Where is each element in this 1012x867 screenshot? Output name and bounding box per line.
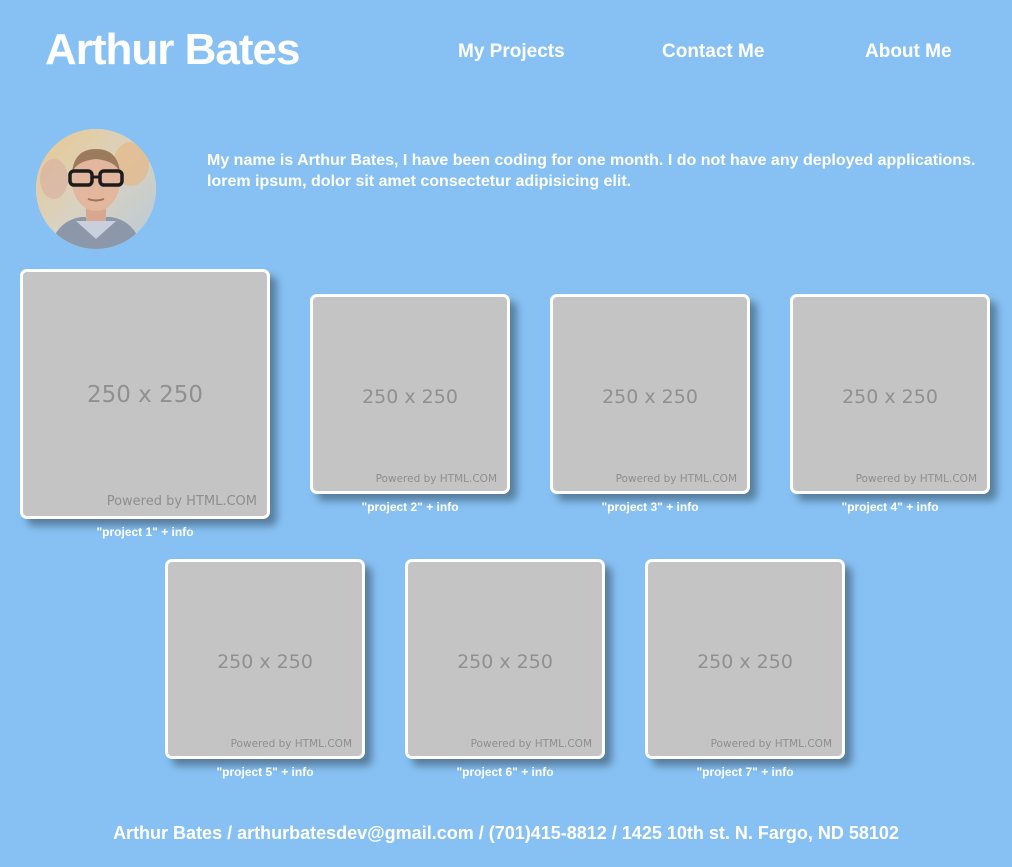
project-caption-4: "project 4" + info <box>841 500 939 514</box>
placeholder-size-label: 250 x 250 <box>362 386 458 408</box>
powered-by-label: Powered by HTML.COM <box>470 738 592 750</box>
project-card-3[interactable]: 250 x 250 Powered by HTML.COM <box>550 294 750 494</box>
nav-link-about-me[interactable]: About Me <box>865 40 952 64</box>
placeholder-size-label: 250 x 250 <box>697 651 793 673</box>
project-caption-5: "project 5" + info <box>216 765 314 779</box>
placeholder-size-label: 250 x 250 <box>217 651 313 673</box>
placeholder-size-label: 250 x 250 <box>86 382 204 408</box>
placeholder-size-label: 250 x 250 <box>457 651 553 673</box>
project-caption-6: "project 6" + info <box>456 765 554 779</box>
project-card-4[interactable]: 250 x 250 Powered by HTML.COM <box>790 294 990 494</box>
profile-avatar <box>36 129 156 249</box>
project-caption-7: "project 7" + info <box>696 765 794 779</box>
project-card-1[interactable]: 250 x 250 Powered by HTML.COM <box>20 269 270 519</box>
nav-link-my-projects[interactable]: My Projects <box>458 40 565 64</box>
bio-text: My name is Arthur Bates, I have been cod… <box>207 150 987 192</box>
project-caption-1: "project 1" + info <box>96 525 194 539</box>
bio-line-2: lorem ipsum, dolor sit amet consectetur … <box>207 173 632 190</box>
powered-by-label: Powered by HTML.COM <box>106 494 257 509</box>
powered-by-label: Powered by HTML.COM <box>375 473 497 485</box>
bio-line-1: My name is Arthur Bates, I have been cod… <box>207 152 976 169</box>
project-card-2[interactable]: 250 x 250 Powered by HTML.COM <box>310 294 510 494</box>
project-card-5[interactable]: 250 x 250 Powered by HTML.COM <box>165 559 365 759</box>
project-card-6[interactable]: 250 x 250 Powered by HTML.COM <box>405 559 605 759</box>
footer-contact-info: Arthur Bates / arthurbatesdev@gmail.com … <box>113 823 899 843</box>
project-caption-2: "project 2" + info <box>361 500 459 514</box>
powered-by-label: Powered by HTML.COM <box>615 473 737 485</box>
powered-by-label: Powered by HTML.COM <box>230 738 352 750</box>
powered-by-label: Powered by HTML.COM <box>855 473 977 485</box>
project-caption-3: "project 3" + info <box>601 500 699 514</box>
placeholder-size-label: 250 x 250 <box>842 386 938 408</box>
placeholder-size-label: 250 x 250 <box>602 386 698 408</box>
project-card-7[interactable]: 250 x 250 Powered by HTML.COM <box>645 559 845 759</box>
powered-by-label: Powered by HTML.COM <box>710 738 832 750</box>
nav-link-contact-me[interactable]: Contact Me <box>662 40 764 64</box>
site-title: Arthur Bates <box>45 25 300 74</box>
